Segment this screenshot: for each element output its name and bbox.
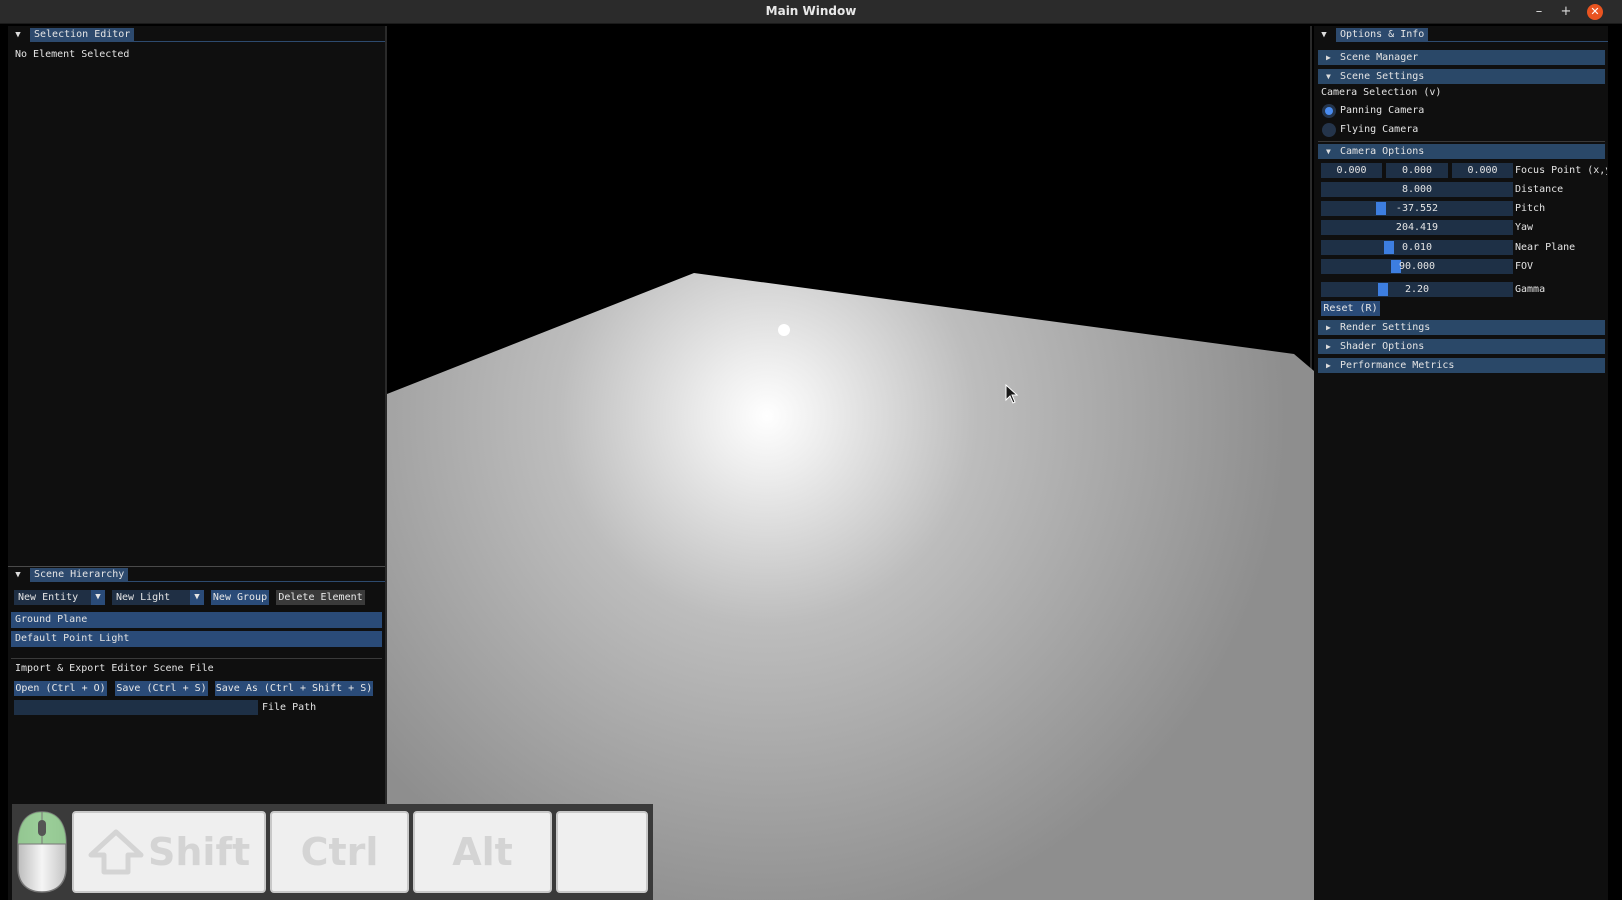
radio-selected-dot [1325, 107, 1333, 115]
fov-label: FOV [1515, 261, 1534, 272]
window-title: Main Window [765, 4, 857, 18]
focus-point-label: Focus Point (x,y [1515, 165, 1607, 176]
scene-hierarchy-title: Scene Hierarchy [30, 568, 129, 582]
render-settings-header[interactable]: ▶ Render Settings [1318, 320, 1605, 335]
file-path-input[interactable] [14, 700, 258, 715]
flying-camera-radio[interactable] [1322, 123, 1336, 137]
delete-element-button[interactable]: Delete Element [276, 590, 365, 605]
slider-grab[interactable] [1378, 283, 1388, 296]
panning-camera-label: Panning Camera [1340, 105, 1425, 116]
yaw-field[interactable]: 204.419 [1321, 220, 1513, 235]
3d-viewport[interactable] [385, 26, 1314, 900]
near-plane-slider[interactable]: 0.010 [1321, 240, 1513, 255]
focus-x-field[interactable]: 0.000 [1321, 163, 1382, 178]
expand-arrow-icon: ▶ [1326, 323, 1331, 332]
new-light-combo[interactable]: New Light ▼ [112, 590, 204, 605]
camera-options-header[interactable]: ▼ Camera Options [1318, 144, 1605, 159]
selection-editor-header[interactable]: ▼ Selection Editor [12, 28, 385, 42]
collapse-arrow-icon[interactable]: ▼ [1318, 29, 1330, 41]
file-path-label: File Path [262, 702, 317, 713]
options-info-header[interactable]: ▼ Options & Info [1318, 28, 1608, 42]
minimize-button[interactable]: – [1531, 4, 1547, 20]
hierarchy-item-ground-plane[interactable]: Ground Plane [11, 612, 382, 628]
expand-arrow-icon: ▶ [1326, 361, 1331, 370]
selection-editor-panel [8, 26, 385, 566]
close-button[interactable]: ✕ [1587, 4, 1603, 20]
title-bar: Main Window – + ✕ [0, 0, 1622, 24]
ground-plane-render [387, 273, 1314, 900]
maximize-button[interactable]: + [1558, 4, 1574, 20]
mouse-icon [16, 810, 68, 894]
yaw-label: Yaw [1515, 222, 1534, 233]
dropdown-arrow-icon[interactable]: ▼ [91, 590, 105, 605]
collapse-arrow-icon: ▼ [1326, 72, 1331, 81]
pitch-label: Pitch [1515, 203, 1546, 214]
distance-field[interactable]: 8.000 [1321, 182, 1513, 197]
new-group-button[interactable]: New Group [211, 590, 269, 605]
pitch-slider[interactable]: -37.552 [1321, 201, 1513, 216]
point-light-marker[interactable] [778, 324, 790, 336]
collapse-arrow-icon: ▼ [1326, 147, 1331, 156]
expand-arrow-icon: ▶ [1326, 342, 1331, 351]
panning-camera-radio[interactable] [1322, 104, 1336, 118]
ctrl-key: Ctrl [270, 811, 409, 893]
new-entity-combo[interactable]: New Entity ▼ [14, 590, 105, 605]
shader-options-header[interactable]: ▶ Shader Options [1318, 339, 1605, 354]
flying-camera-label: Flying Camera [1340, 124, 1419, 135]
slider-grab[interactable] [1376, 202, 1386, 215]
collapse-arrow-icon[interactable]: ▼ [12, 569, 24, 581]
alt-key: Alt [413, 811, 552, 893]
performance-metrics-header[interactable]: ▶ Performance Metrics [1318, 358, 1605, 373]
shift-arrow-icon [88, 829, 144, 875]
selection-editor-title: Selection Editor [30, 28, 135, 42]
save-as-button[interactable]: Save As (Ctrl + Shift + S) [215, 681, 373, 696]
save-button[interactable]: Save (Ctrl + S) [115, 681, 208, 696]
reset-button[interactable]: Reset (R) [1321, 301, 1380, 316]
near-plane-label: Near Plane [1515, 242, 1576, 253]
scene-manager-header[interactable]: ▶ Scene Manager [1318, 50, 1605, 65]
camera-selection-label: Camera Selection (v) [1321, 87, 1442, 98]
hierarchy-item-default-point-light[interactable]: Default Point Light [11, 631, 382, 647]
scene-hierarchy-header[interactable]: ▼ Scene Hierarchy [12, 568, 385, 582]
blank-key [556, 811, 648, 893]
slider-grab[interactable] [1384, 241, 1394, 254]
import-export-label: Import & Export Editor Scene File [15, 663, 214, 674]
gamma-label: Gamma [1515, 284, 1546, 295]
shift-key: Shift [72, 811, 266, 893]
focus-z-field[interactable]: 0.000 [1452, 163, 1513, 178]
expand-arrow-icon: ▶ [1326, 53, 1331, 62]
open-button[interactable]: Open (Ctrl + O) [14, 681, 107, 696]
selection-status: No Element Selected [15, 49, 130, 60]
dropdown-arrow-icon[interactable]: ▼ [190, 590, 204, 605]
focus-y-field[interactable]: 0.000 [1386, 163, 1448, 178]
gamma-slider[interactable]: 2.20 [1321, 282, 1513, 297]
options-info-title: Options & Info [1336, 28, 1429, 42]
collapse-arrow-icon[interactable]: ▼ [12, 29, 24, 41]
distance-label: Distance [1515, 184, 1564, 195]
fov-slider[interactable]: 90.000 [1321, 259, 1513, 274]
scene-settings-header[interactable]: ▼ Scene Settings [1318, 69, 1605, 84]
